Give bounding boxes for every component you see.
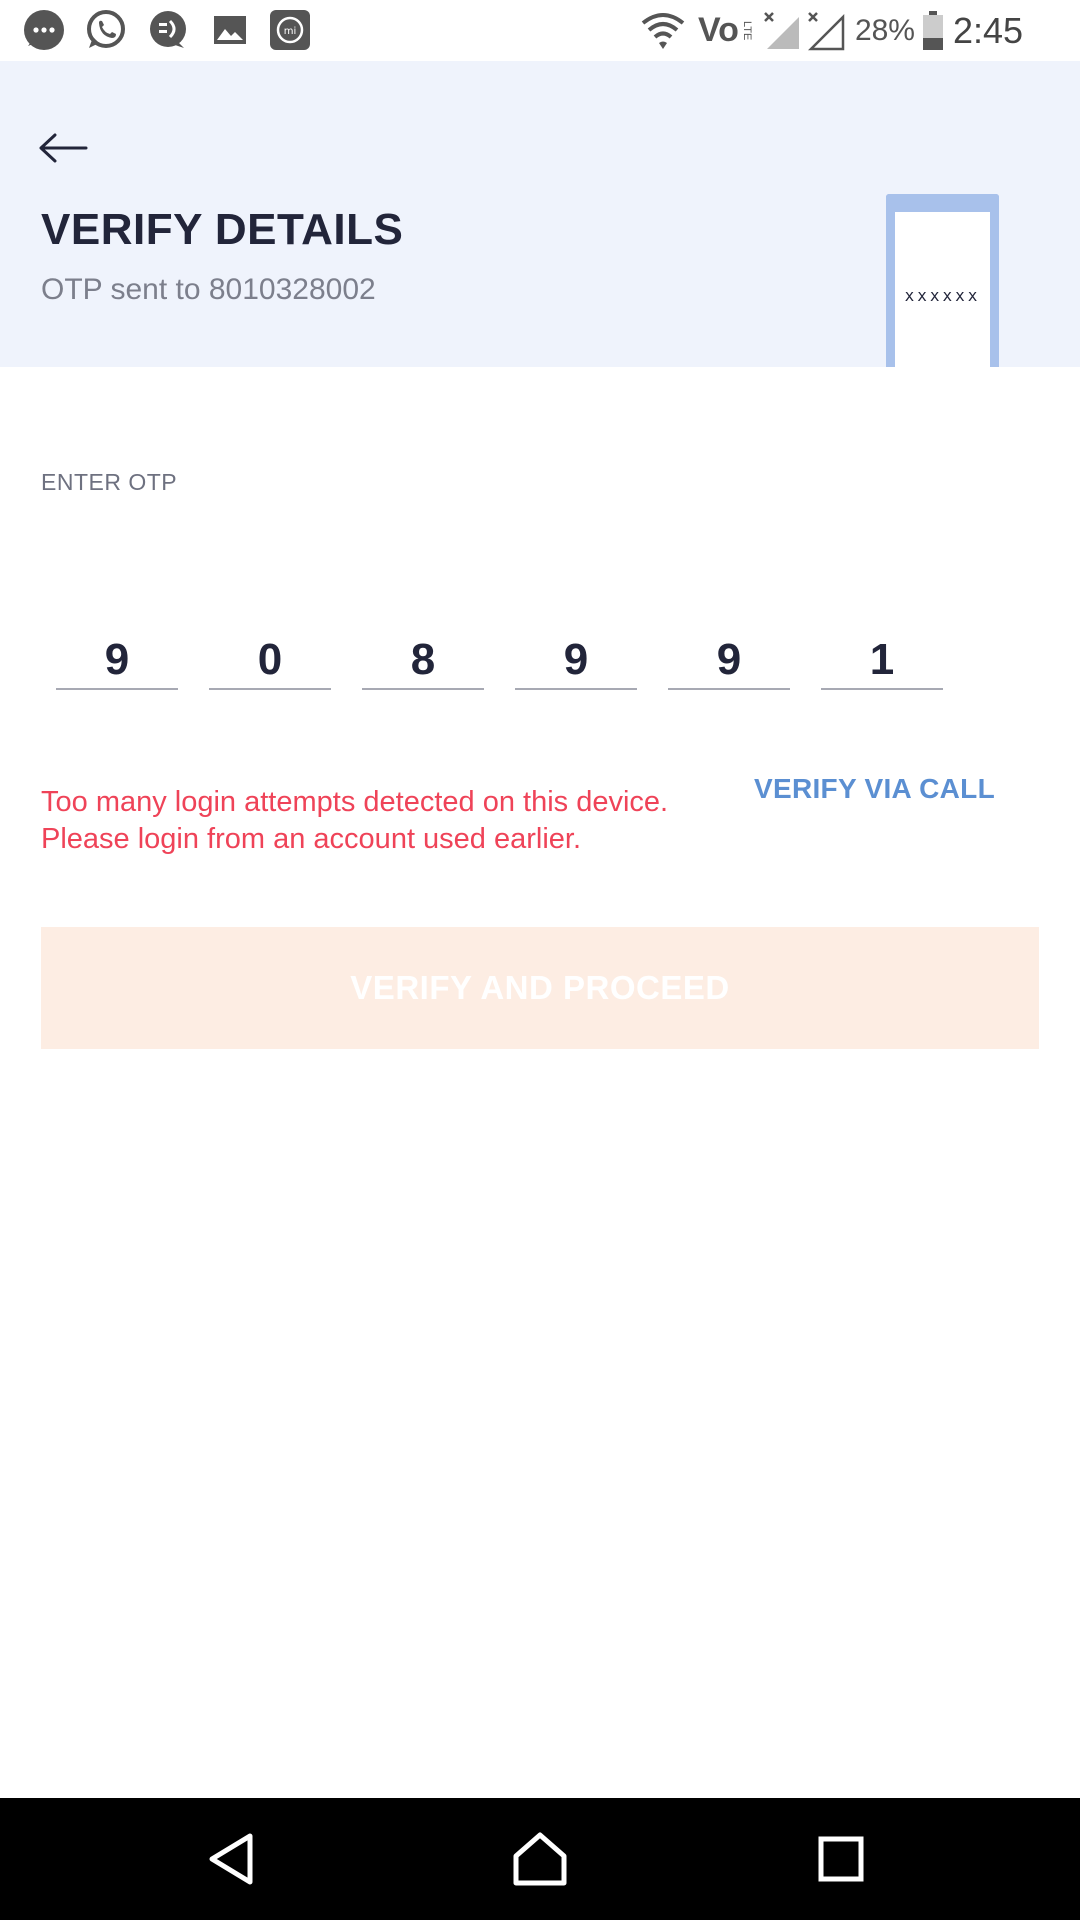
- otp-digit-1[interactable]: 9: [56, 630, 178, 690]
- verify-and-proceed-button[interactable]: VERIFY AND PROCEED: [41, 927, 1039, 1049]
- chat-icon: [150, 11, 186, 48]
- otp-digit-4[interactable]: 9: [515, 630, 637, 690]
- svg-text:mi: mi: [284, 26, 297, 37]
- lte-indicator: LTE: [740, 20, 753, 41]
- otp-digit-5[interactable]: 9: [668, 630, 790, 690]
- otp-label: ENTER OTP: [41, 469, 178, 495]
- nav-home-icon: [513, 1832, 567, 1886]
- signal-2-icon: [807, 11, 845, 50]
- nav-back-button[interactable]: [196, 1824, 266, 1894]
- verify-via-call-link[interactable]: VERIFY VIA CALL: [754, 773, 995, 805]
- signal-icon: [764, 11, 799, 49]
- otp-digit-6[interactable]: 1: [821, 630, 943, 690]
- error-message: Too many login attempts detected on this…: [41, 786, 669, 855]
- phone-illustration: xxxxxx: [886, 194, 999, 367]
- phone-illustration-text: xxxxxx: [904, 286, 981, 305]
- battery-percent: 28%: [854, 13, 915, 47]
- mi-icon: mi: [270, 10, 310, 50]
- otp-sent-subtitle: OTP sent to 8010328002: [41, 273, 376, 306]
- back-button[interactable]: [28, 113, 98, 183]
- back-arrow-icon: [39, 133, 88, 163]
- nav-recents-icon: [818, 1836, 864, 1882]
- messages-icon: [24, 10, 64, 50]
- whatsapp-icon: [87, 10, 125, 48]
- nav-back-icon: [209, 1833, 253, 1885]
- clock: 2:45: [952, 9, 1024, 51]
- phone-notch: [942, 219, 964, 223]
- otp-digit-3[interactable]: 8: [362, 630, 484, 690]
- nav-recents-button[interactable]: [806, 1824, 876, 1894]
- volte-indicator: Vo: [698, 11, 739, 49]
- navigation-bar: [0, 1798, 1080, 1920]
- battery-icon: [922, 10, 943, 50]
- status-bar: mi Vo LTE 28% 2:45: [0, 0, 1080, 61]
- header: VERIFY DETAILS OTP sent to 8010328002 xx…: [0, 61, 1080, 367]
- otp-digit-2[interactable]: 0: [209, 630, 331, 690]
- nav-home-button[interactable]: [505, 1824, 575, 1894]
- page-title: VERIFY DETAILS: [41, 205, 404, 254]
- gallery-icon: [214, 16, 246, 44]
- wifi-icon: [641, 12, 685, 49]
